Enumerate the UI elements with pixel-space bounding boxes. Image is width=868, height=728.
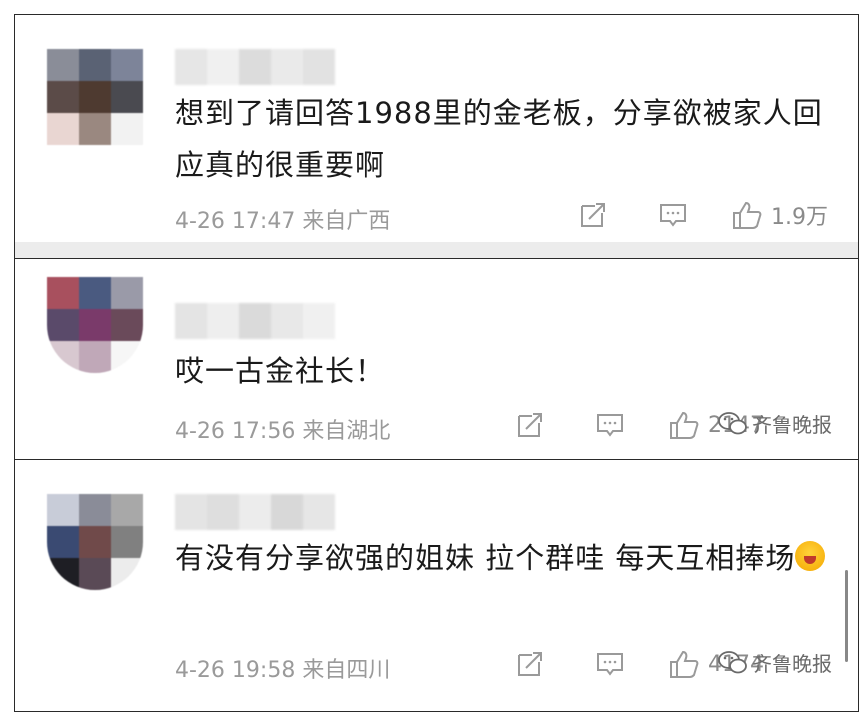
thumbs-up-icon (668, 409, 700, 441)
avatar[interactable] (47, 49, 143, 145)
comment-text: 想到了请回答1988里的金老板，分享欲被家人回应真的很重要啊 (175, 96, 823, 182)
watermark-text: 齐鲁晚报 (752, 413, 832, 437)
avatar[interactable] (47, 494, 143, 590)
username-blurred[interactable] (175, 49, 335, 85)
comment-location: 来自湖北 (302, 419, 391, 444)
like-button[interactable]: 1.9万 (731, 199, 828, 231)
comment-time: 4-26 17:47 (175, 209, 296, 234)
wechat-icon (718, 411, 748, 437)
username-blurred[interactable] (175, 494, 335, 530)
comment-card: 哎一古金社长！ 4-26 17:56 来自湖北 2147 齐鲁晚报 (14, 258, 859, 460)
comment-actions: 1.9万 (577, 199, 828, 231)
watermark-text: 齐鲁晚报 (752, 652, 832, 676)
watermark: 齐鲁晚报 (718, 409, 832, 438)
like-count: 1.9万 (771, 205, 828, 230)
comment-meta: 4-26 17:56 来自湖北 (175, 413, 390, 445)
share-icon[interactable] (514, 409, 546, 441)
avatar[interactable] (47, 277, 143, 373)
comment-location: 来自广西 (302, 209, 391, 234)
comment-meta: 4-26 19:58 来自四川 (175, 652, 390, 684)
comment-time: 4-26 17:56 (175, 419, 296, 444)
share-icon[interactable] (577, 199, 609, 231)
comment-icon[interactable] (594, 648, 626, 680)
comment-text-content: 有没有分享欲强的姐妹 拉个群哇 每天互相捧场 (175, 541, 796, 575)
username-blurred[interactable] (175, 303, 335, 339)
comment-text: 哎一古金社长！ (175, 354, 386, 388)
watermark: 齐鲁晚报 (718, 648, 832, 677)
share-icon[interactable] (514, 648, 546, 680)
wechat-icon (718, 650, 748, 676)
thumbs-up-icon (668, 648, 700, 680)
comment-card: 想到了请回答1988里的金老板，分享欲被家人回应真的很重要啊 4-26 17:4… (14, 14, 859, 260)
comment-meta: 4-26 17:47 来自广西 (175, 203, 390, 235)
comment-icon[interactable] (657, 199, 689, 231)
comment-time: 4-26 19:58 (175, 658, 296, 683)
thumbs-up-icon (731, 199, 763, 231)
comment-icon[interactable] (594, 409, 626, 441)
crying-face-emoji (795, 541, 826, 571)
scrollbar[interactable] (845, 570, 848, 662)
comment-card: 有没有分享欲强的姐妹 拉个群哇 每天互相捧场 4-26 19:58 来自四川 4… (14, 460, 859, 712)
comment-location: 来自四川 (302, 658, 391, 683)
comment-text: 有没有分享欲强的姐妹 拉个群哇 每天互相捧场 (175, 532, 834, 584)
